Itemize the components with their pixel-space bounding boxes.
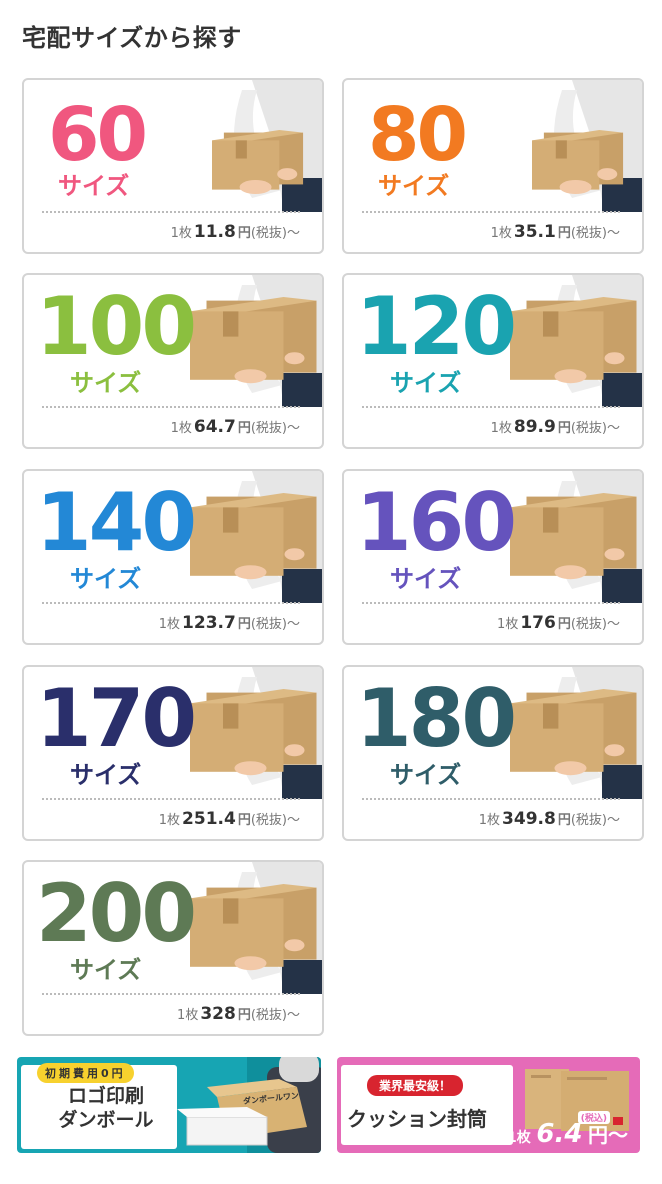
size-number: 80 bbox=[368, 92, 468, 178]
price-amount: 89.9 bbox=[513, 417, 556, 437]
price-amount: 6.4 bbox=[536, 1119, 583, 1149]
unit-price: 1枚 11.8 円(税抜)～ bbox=[171, 222, 300, 242]
unit-price: 1枚 89.9 円(税抜)～ bbox=[491, 417, 620, 437]
free-setup-badge: 初期費用0円 bbox=[37, 1063, 134, 1083]
banner-title-line2: ダンボール bbox=[58, 1108, 154, 1131]
size-card-160[interactable]: 160 サイズ 1枚 176 円(税抜)～ bbox=[342, 469, 644, 645]
size-number: 170 bbox=[36, 672, 197, 765]
dotted-divider bbox=[362, 211, 620, 213]
price-quantity: 1枚 bbox=[497, 617, 519, 632]
tax-note: (税抜)～ bbox=[570, 617, 620, 632]
price-quantity: 1枚 bbox=[478, 813, 501, 828]
unit-price: 1枚 328 円(税抜)～ bbox=[177, 1004, 300, 1024]
size-card-140[interactable]: 140 サイズ 1枚 123.7 円(税抜)～ bbox=[22, 469, 324, 645]
dotted-divider bbox=[42, 798, 300, 800]
price-quantity: 1枚 bbox=[177, 1008, 199, 1023]
size-card-120[interactable]: 120 サイズ 1枚 89.9 円(税抜)～ bbox=[342, 273, 644, 449]
dotted-divider bbox=[42, 993, 300, 995]
price-quantity: 1枚 bbox=[158, 617, 181, 632]
price-yen: 円 bbox=[237, 421, 251, 436]
price-quantity: 1枚 bbox=[170, 421, 192, 436]
tax-note: (税抜)～ bbox=[250, 1008, 300, 1023]
size-card-170[interactable]: 170 サイズ 1枚 251.4 円(税抜)～ bbox=[22, 665, 324, 841]
size-card-60[interactable]: 60 サイズ 1枚 11.8 円(税抜)～ bbox=[22, 78, 324, 254]
size-number: 140 bbox=[36, 476, 197, 569]
unit-price: 1枚 251.4 円(税抜)～ bbox=[159, 809, 300, 829]
size-card-80[interactable]: 80 サイズ 1枚 35.1 円(税抜)～ bbox=[342, 78, 644, 254]
price-yen: 円 bbox=[237, 617, 251, 632]
logo-print-cardboard-banner[interactable]: 初期費用0円 ロゴ印刷 ダンボール ダンボールワン bbox=[17, 1057, 321, 1153]
tax-note: (税抜)～ bbox=[250, 813, 300, 828]
price-quantity: 1枚 bbox=[490, 226, 512, 241]
unit-price: 1枚 176 円(税抜)～ bbox=[497, 613, 620, 633]
cushion-price: (税込) 1枚 6.4 円～ bbox=[507, 1111, 628, 1149]
price-yen: 円～ bbox=[588, 1123, 628, 1147]
person-holding-box-illustration bbox=[212, 80, 322, 212]
dotted-divider bbox=[42, 211, 300, 213]
size-label: サイズ bbox=[58, 172, 130, 200]
size-card-200[interactable]: 200 サイズ 1枚 328 円(税抜)～ bbox=[22, 860, 324, 1036]
size-card-180[interactable]: 180 サイズ 1枚 349.8 円(税抜)～ bbox=[342, 665, 644, 841]
price-amount: 176 bbox=[520, 613, 556, 633]
dotted-divider bbox=[362, 602, 620, 604]
size-number: 100 bbox=[36, 280, 197, 373]
price-quantity: 1枚 bbox=[490, 421, 512, 436]
price-quantity: 1枚 bbox=[158, 813, 181, 828]
tax-note: (税込) bbox=[577, 1111, 610, 1124]
unit-price: 1枚 123.7 円(税抜)～ bbox=[159, 613, 300, 633]
page-title: 宅配サイズから探す bbox=[22, 24, 242, 52]
size-number: 60 bbox=[48, 92, 148, 178]
size-label: サイズ bbox=[378, 172, 450, 200]
price-yen: 円 bbox=[557, 617, 571, 632]
price-yen: 円 bbox=[557, 226, 571, 241]
size-number: 160 bbox=[356, 476, 517, 569]
banner-title: ロゴ印刷 ダンボール bbox=[31, 1085, 181, 1133]
tax-note: (税抜)～ bbox=[570, 226, 620, 241]
price-amount: 35.1 bbox=[513, 222, 556, 242]
price-amount: 64.7 bbox=[193, 417, 236, 437]
price-yen: 円 bbox=[557, 813, 571, 828]
person-holding-box-illustration bbox=[532, 80, 642, 212]
tax-note: (税抜)～ bbox=[250, 617, 300, 632]
size-card-grid: 60 サイズ 1枚 11.8 円(税抜)～ 80 サイズ 1枚 35.1 円(税抜)～ 100 サイズ… bbox=[22, 78, 644, 1038]
dotted-divider bbox=[362, 798, 620, 800]
unit-price: 1枚 35.1 円(税抜)～ bbox=[491, 222, 620, 242]
size-number: 120 bbox=[356, 280, 517, 373]
price-quantity: 1枚 bbox=[170, 226, 192, 241]
price-yen: 円 bbox=[557, 421, 571, 436]
price-amount: 251.4 bbox=[182, 809, 236, 829]
size-label: サイズ bbox=[390, 565, 462, 593]
banner-title: クッション封筒 bbox=[347, 1107, 487, 1131]
price-yen: 円 bbox=[237, 813, 251, 828]
size-label: サイズ bbox=[70, 369, 142, 397]
size-label: サイズ bbox=[70, 565, 142, 593]
tax-note: (税抜)～ bbox=[570, 421, 620, 436]
price-yen: 円 bbox=[237, 226, 251, 241]
price-amount: 123.7 bbox=[182, 613, 236, 633]
price-amount: 11.8 bbox=[193, 222, 236, 242]
dotted-divider bbox=[362, 406, 620, 408]
tax-note: (税抜)～ bbox=[250, 421, 300, 436]
size-number: 180 bbox=[356, 672, 517, 765]
tax-note: (税抜)～ bbox=[570, 813, 620, 828]
size-number: 200 bbox=[36, 867, 197, 960]
price-quantity: 1枚 bbox=[507, 1130, 531, 1146]
dotted-divider bbox=[42, 406, 300, 408]
size-label: サイズ bbox=[390, 761, 462, 789]
price-yen: 円 bbox=[237, 1008, 251, 1023]
size-card-100[interactable]: 100 サイズ 1枚 64.7 円(税抜)～ bbox=[22, 273, 324, 449]
price-amount: 328 bbox=[200, 1004, 236, 1024]
banner-title-line1: ロゴ印刷 bbox=[67, 1085, 144, 1107]
size-label: サイズ bbox=[390, 369, 462, 397]
size-label: サイズ bbox=[70, 761, 142, 789]
unit-price: 1枚 64.7 円(税抜)～ bbox=[171, 417, 300, 437]
tax-note: (税抜)～ bbox=[250, 226, 300, 241]
size-label: サイズ bbox=[70, 956, 142, 984]
lowest-price-badge: 業界最安級！ bbox=[367, 1075, 464, 1096]
unit-price: 1枚 349.8 円(税抜)～ bbox=[479, 809, 620, 829]
dotted-divider bbox=[42, 602, 300, 604]
price-amount: 349.8 bbox=[502, 809, 556, 829]
cushion-envelope-banner[interactable]: 業界最安級！ クッション封筒 (税込) 1枚 6.4 円～ bbox=[337, 1057, 640, 1153]
